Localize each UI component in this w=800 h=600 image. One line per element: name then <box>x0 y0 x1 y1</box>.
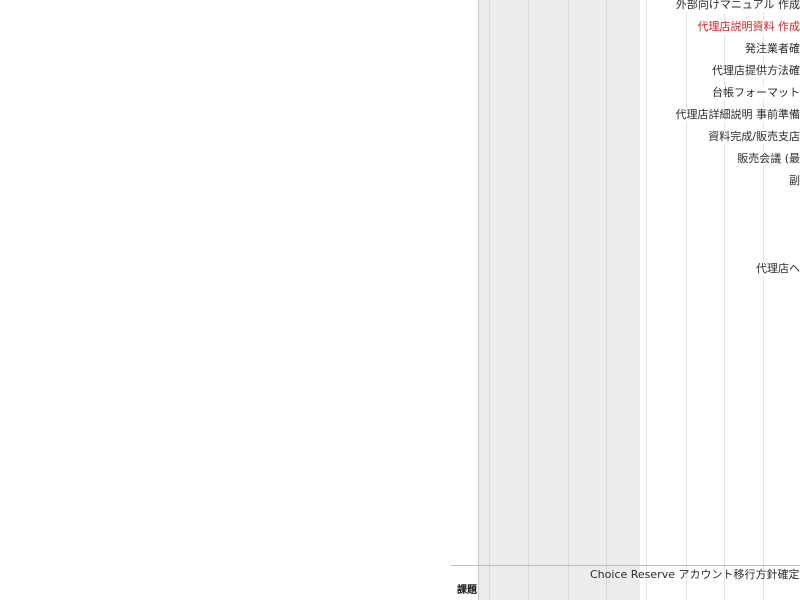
task-label-ledger-format[interactable]: 台帳フォーマット <box>710 86 800 100</box>
task-label-sub[interactable]: 副 <box>787 174 800 188</box>
task-label-sales-meeting[interactable]: 販売会議 (最 <box>735 152 800 166</box>
weekend-shading <box>479 0 640 600</box>
group-divider <box>451 565 800 566</box>
task-label-agency-material[interactable]: 代理店説明資料 作成 <box>695 20 800 34</box>
grid-line <box>606 0 607 600</box>
gantt-chart-viewport: 外部向けマニュアル 作成 代理店説明資料 作成 発注業者確 代理店提供方法確 台… <box>0 0 800 600</box>
grid-line <box>646 0 647 600</box>
task-label-agency[interactable]: 代理店ヘ <box>754 262 800 276</box>
milestone-label[interactable]: Choice Reserve アカウント移行方針確定 <box>590 568 799 582</box>
grid-line <box>489 0 490 600</box>
task-label-material-complete[interactable]: 資料完成/販売支店 <box>706 130 800 144</box>
task-label-manual[interactable]: 外部向けマニュアル 作成 <box>673 0 800 12</box>
row-header-column <box>451 0 479 600</box>
grid-line <box>528 0 529 600</box>
grid-line <box>568 0 569 600</box>
task-label-detail-prep[interactable]: 代理店詳細説明 事前準備 <box>673 108 800 122</box>
grid-line <box>686 0 687 600</box>
row-header-border <box>478 0 479 600</box>
task-label-vendor-confirm[interactable]: 発注業者確 <box>743 42 800 56</box>
group-label: 課題 <box>457 585 477 596</box>
task-label-delivery-method[interactable]: 代理店提供方法確 <box>710 64 800 78</box>
